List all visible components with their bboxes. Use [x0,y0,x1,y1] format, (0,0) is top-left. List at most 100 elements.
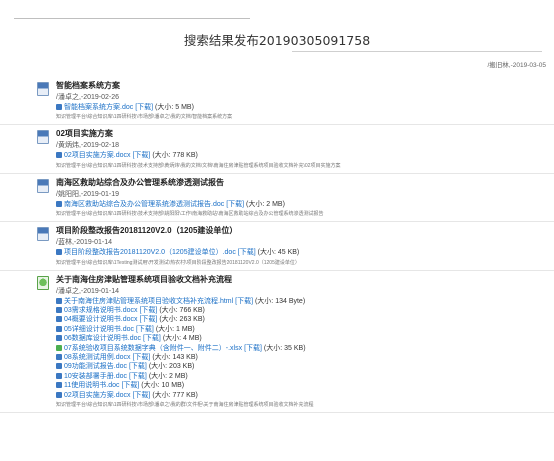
file-icon [56,104,62,110]
file-icon [56,297,62,304]
title-divider [292,51,542,52]
attachment-row: 08系统测试用例.docx [下载] (大小: 143 KB) [56,353,554,362]
download-link[interactable]: [下载] [226,201,244,208]
attachment-link[interactable]: 项目阶段整改报告20181120V2.0（1205建设单位）.doc [64,249,236,256]
result-title[interactable]: 关于南海住房津贴管理系统项目验收文档补充流程 [56,275,554,285]
attachment-link[interactable]: 关于南海住房津贴管理系统项目验收文档补充流程.html [64,298,233,305]
results-list: 智能档案系统方案/潘卓之,-2019-02-26 智能档案系统方案.doc [下载… [0,77,554,414]
result-author-date: /蓝林,-2019-01-14 [56,239,113,247]
download-link[interactable]: [下载] [139,307,157,314]
file-size: (大小: 263 KB) [159,316,205,324]
publisher-meta: /搬旧林,-2019-03-05 [487,62,546,69]
attachment-link[interactable]: 03需求规格说明书.docx [64,307,138,314]
attachment-row: 02项目实施方案.docx [下载] (大小: 777 KB) [56,391,554,400]
download-link[interactable]: [下载] [135,104,153,111]
file-size: (大小: 203 KB) [148,363,195,371]
attachment-link[interactable]: 07系统验收项目系统数据字典（含附件一、附件二）-.xlsx [64,345,242,352]
attachment-row: 02项目实施方案.docx [下载] (大小: 778 KB) [56,151,554,160]
file-size: (大小: 4 MB) [162,335,202,343]
file-icon [56,391,62,398]
result-title[interactable]: 智能档案系统方案 [56,81,554,91]
file-icon [56,354,62,361]
result-item: 02项目实施方案/黄炳炜,-2019-02-18 02项目实施方案.docx [下… [0,125,554,174]
download-link[interactable]: [下载] [238,249,256,256]
attachment-link[interactable]: 02项目实施方案.docx [64,152,131,159]
result-item: 关于南海住房津贴管理系统项目验收文档补充流程/潘卓之,-2019-01-14 关于… [0,271,554,414]
result-path: 知识管理平台\综合知识库\1四研科技\市场部\潘卓之\我的文档\智能档案系统方案 [56,114,233,121]
attachment-link[interactable]: 09功能测试报告.doc [64,363,127,370]
file-icon [56,249,62,256]
file-icon [56,152,62,159]
result-author-date: /潘卓之,-2019-02-26 [56,94,120,101]
file-icon [56,335,62,342]
result-author-date: /黄炳炜,-2019-02-18 [56,142,120,150]
result-author-date: /姚阳阳,-2019-01-19 [56,190,120,198]
download-link[interactable]: [下载] [121,382,139,389]
page-title: 搜索结果发布20190305091758 [183,33,371,48]
attachment-row: 关于南海住房津贴管理系统项目验收文档补充流程.html [下载] (大小: 13… [56,297,554,306]
attachment-row: 10安装部署手册.doc [下载] (大小: 2 MB) [56,372,554,381]
attachment-link[interactable]: 南海区救助站综合及办公管理系统渗透测试报告.doc [64,201,224,208]
file-icon [56,382,62,389]
top-divider [14,18,250,19]
result-path: 知识管理平台\综合知识库\1四研科技\技术支持部\姚阳阳\工作\南海救助站\南海… [56,211,324,218]
file-size: (大小: 1 MB) [155,325,195,333]
download-link[interactable]: [下载] [143,335,161,342]
result-title[interactable]: 南海区救助站综合及办公管理系统渗透测试报告 [56,178,554,188]
download-link[interactable]: [下载] [132,354,150,361]
download-link[interactable]: [下载] [244,345,262,352]
html-doc-icon [37,275,49,290]
word-doc-icon [37,178,49,193]
download-link[interactable]: [下载] [132,392,150,399]
file-size: (大小: 35 KB) [263,344,306,352]
file-size: (大小: 143 KB) [152,354,198,362]
attachment-row: 11使用说明书.doc [下载] (大小: 10 MB) [56,381,554,390]
attachment-row: 智能档案系统方案.doc [下载] (大小: 5 MB) [56,103,554,112]
file-size: (大小: 778 KB) [152,152,198,160]
result-author-date: /潘卓之,-2019-01-14 [56,287,120,295]
download-link[interactable]: [下载] [129,373,147,380]
result-path: 知识管理平台\综合知识库\1Testing测试用\开发测试\热农村\项目阶段整改… [56,259,300,266]
attachment-row: 项目阶段整改报告20181120V2.0（1205建设单位）.doc [下载] … [56,248,554,257]
file-size: (大小: 5 MB) [155,104,194,111]
attachment-link[interactable]: 11使用说明书.doc [64,382,120,389]
download-link[interactable]: [下载] [136,326,154,333]
file-icon [56,325,62,332]
attachment-link[interactable]: 04概要设计说明书.docx [64,316,138,323]
result-item: 项目阶段整改报告20181120V2.0（1205建设单位） /蓝林,-2019-… [0,222,554,271]
attachment-link[interactable]: 10安装部署手册.doc [64,373,127,380]
file-size: (大小: 134 Byte) [254,297,306,305]
download-link[interactable]: [下载] [132,152,150,159]
result-title[interactable]: 02项目实施方案 [56,129,554,139]
attachment-row: 05详细设计说明书.doc [下载] (大小: 1 MB) [56,325,554,334]
attachment-link[interactable]: 02项目实施方案.docx [64,392,131,399]
file-size: (大小: 10 MB) [141,382,185,390]
attachment-link[interactable]: 05详细设计说明书.doc [64,326,134,333]
download-link[interactable]: [下载] [129,363,147,370]
download-link[interactable]: [下载] [235,298,253,305]
file-size: (大小: 777 KB) [152,391,198,399]
file-size: (大小: 2 MB) [246,200,285,208]
word-doc-icon [37,82,49,96]
attachment-row: 南海区救助站综合及办公管理系统渗透测试报告.doc [下载] (大小: 2 MB… [56,200,554,209]
file-icon [56,363,62,370]
attachment-row: 07系统验收项目系统数据字典（含附件一、附件二）-.xlsx [下载] (大小:… [56,344,554,353]
attachment-link[interactable]: 08系统测试用例.docx [64,354,131,361]
file-size: (大小: 766 KB) [159,307,205,315]
excel-file-icon [56,344,62,351]
attachment-link[interactable]: 智能档案系统方案.doc [64,104,133,111]
word-doc-icon [37,227,49,242]
result-path: 知识管理平台\综合知识库\1四研科技\技术支持部\黄炳炜\我的文档\文档\南海住… [56,162,341,169]
attachment-link[interactable]: 06数据库设计说明书.doc [64,335,141,342]
attachment-row: 06数据库设计说明书.doc [下载] (大小: 4 MB) [56,334,554,343]
attachment-row: 03需求规格说明书.docx [下载] (大小: 766 KB) [56,306,554,315]
download-link[interactable]: [下载] [139,316,157,323]
file-size: (大小: 45 KB) [257,249,300,257]
result-item: 南海区救助站综合及办公管理系统渗透测试报告/姚阳阳,-2019-01-19 南海区… [0,174,554,223]
result-title[interactable]: 项目阶段整改报告20181120V2.0（1205建设单位） [56,226,554,236]
result-path: 知识管理平台\综合知识库\1四研科技\市场部\潘卓之\我的群\文件柜\关于南海住… [56,402,314,409]
file-icon [56,316,62,323]
file-size: (大小: 2 MB) [148,372,188,380]
result-item: 智能档案系统方案/潘卓之,-2019-02-26 智能档案系统方案.doc [下载… [0,77,554,126]
file-icon [56,372,62,379]
